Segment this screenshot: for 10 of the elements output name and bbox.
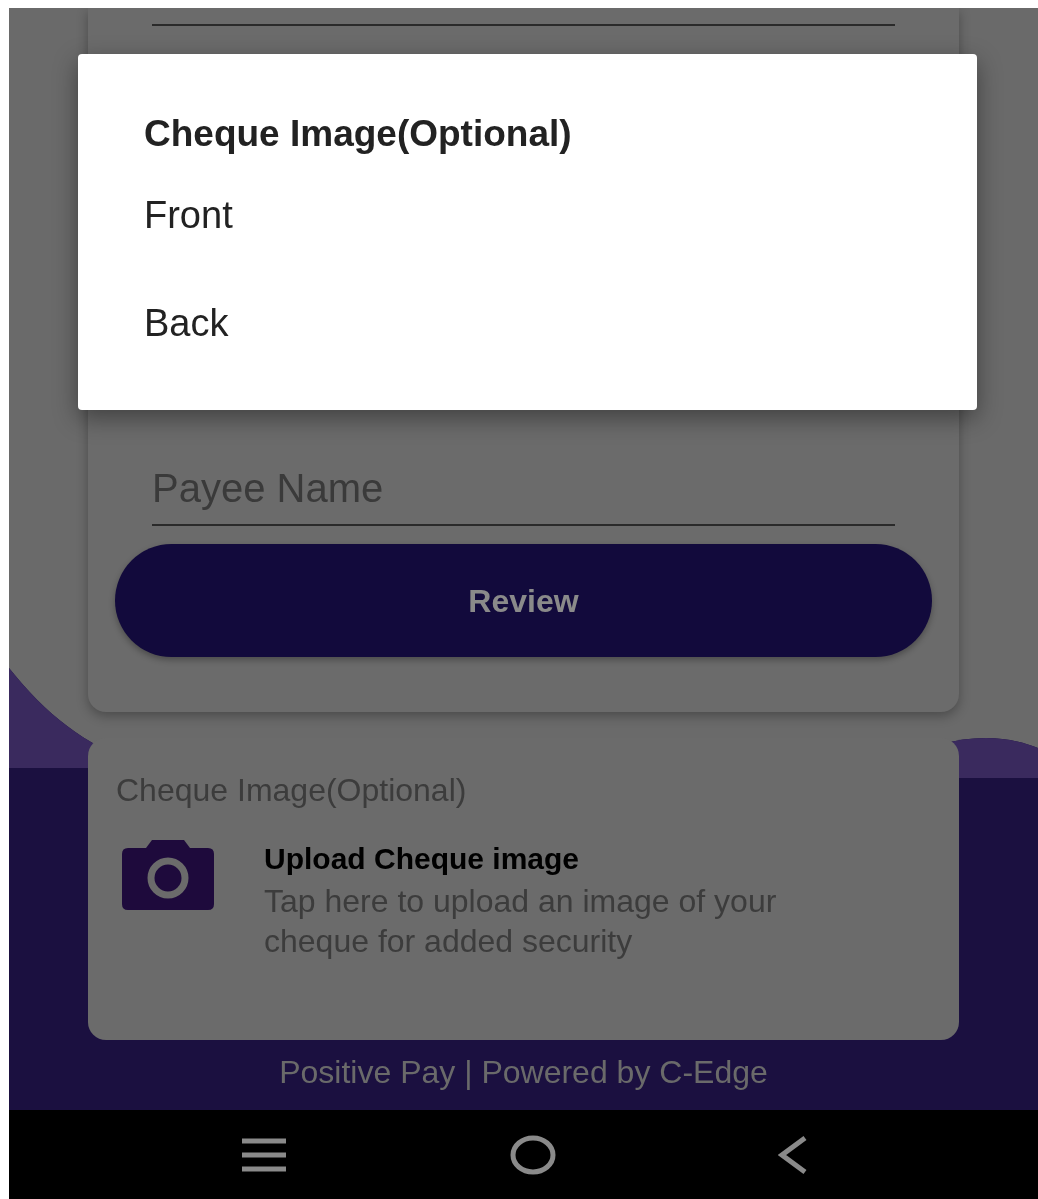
- menu-icon[interactable]: [239, 1137, 288, 1172]
- upload-title: Upload Cheque image: [264, 841, 581, 877]
- camera-icon: [122, 840, 214, 910]
- home-circle-icon[interactable]: [508, 1134, 557, 1175]
- footer-text: Positive Pay | Powered by C-Edge: [279, 1053, 768, 1092]
- dialog-title: Cheque Image(Optional): [143, 112, 573, 156]
- dialog-option[interactable]: Back: [78, 269, 977, 378]
- dialog-option[interactable]: Front: [78, 161, 977, 270]
- back-icon[interactable]: [777, 1134, 808, 1175]
- review-button[interactable]: Review: [115, 544, 932, 657]
